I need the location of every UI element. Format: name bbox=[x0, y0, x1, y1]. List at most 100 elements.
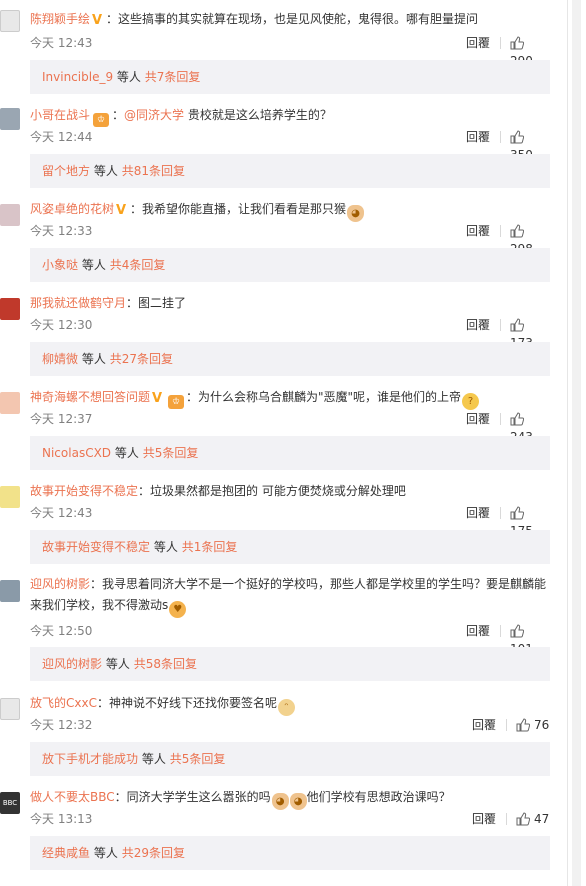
comment-text-line: 陈翔颖手绘 V ：这些搞事的其实就算在现场，也是见风使舵，鬼得很。哪有胆量提问 bbox=[30, 10, 552, 28]
excited-emoji-icon: ♥ bbox=[169, 601, 187, 618]
thumbs-up-icon bbox=[510, 36, 525, 50]
comment-text-line: 神奇海螺不想回答问题 V ♔ ：为什么会称乌合麒麟为"恶魔"呢，谁是他们的上帝? bbox=[30, 388, 552, 410]
comment-text: ：神神说不好线下还找你要签名呢 bbox=[96, 696, 277, 710]
timestamp: 今天 12:37 bbox=[30, 412, 93, 426]
sub-replies-box: 留个地方 等人 共81条回复 bbox=[30, 154, 550, 188]
comment-list: 陈翔颖手绘 V ：这些搞事的其实就算在现场，也是见风使舵，鬼得很。哪有胆量提问 今天… bbox=[0, 0, 566, 886]
divider bbox=[500, 507, 501, 519]
username-link[interactable]: 神奇海螺不想回答问题 bbox=[30, 390, 150, 404]
sub-reply-user[interactable]: 故事开始变得不稳定 bbox=[42, 540, 150, 554]
username-link[interactable]: 陈翔颖手绘 bbox=[30, 12, 90, 26]
sub-reply-label: 等人 bbox=[81, 258, 106, 272]
avatar[interactable] bbox=[0, 580, 20, 602]
sub-reply-count-link[interactable]: 共58条回复 bbox=[134, 657, 197, 671]
username-link[interactable]: 故事开始变得不稳定 bbox=[30, 484, 138, 498]
like-count: 76 bbox=[534, 718, 550, 732]
sub-replies-box: 柳婧微 等人 共27条回复 bbox=[30, 342, 550, 376]
avatar[interactable] bbox=[0, 108, 20, 130]
avatar[interactable] bbox=[0, 486, 20, 508]
sub-reply-user[interactable]: 放下手机才能成功 bbox=[42, 752, 138, 766]
mention-link[interactable]: @同济大学 bbox=[124, 108, 184, 122]
sub-reply-label: 等人 bbox=[153, 540, 178, 554]
avatar[interactable] bbox=[0, 298, 20, 320]
sub-replies-box: 经典咸鱼 等人 共29条回复 bbox=[30, 836, 550, 870]
thumbs-up-icon bbox=[510, 318, 525, 332]
sub-reply-count-link[interactable]: 共4条回复 bbox=[110, 258, 166, 272]
like-count: 47 bbox=[534, 812, 550, 826]
monkey-emoji-icon: ◕ bbox=[271, 793, 289, 810]
comment-meta: 今天 12:37 回覆 243 bbox=[30, 410, 550, 444]
username-link[interactable]: 那我就还做鹤守月 bbox=[30, 296, 126, 310]
comment-meta: 今天 12:32 回覆 76 bbox=[30, 716, 550, 734]
avatar[interactable] bbox=[0, 698, 20, 720]
comment-text: ：为什么会称乌合麒麟为"恶魔"呢，谁是他们的上帝 bbox=[186, 390, 462, 404]
timestamp: 今天 12:44 bbox=[30, 130, 93, 144]
vertical-scrollbar[interactable] bbox=[567, 0, 586, 886]
reply-button[interactable]: 回覆 bbox=[466, 222, 490, 240]
sub-reply-label: 等人 bbox=[81, 352, 106, 366]
scrollbar-thumb[interactable] bbox=[572, 0, 581, 886]
reply-button[interactable]: 回覆 bbox=[466, 128, 490, 146]
username-link[interactable]: 放飞的CxxC bbox=[30, 696, 97, 710]
reply-button[interactable]: 回覆 bbox=[472, 716, 496, 734]
sub-reply-count-link[interactable]: 共7条回复 bbox=[145, 70, 201, 84]
divider bbox=[506, 719, 507, 731]
avatar[interactable] bbox=[0, 204, 20, 226]
sub-reply-user[interactable]: 迎风的树影 bbox=[42, 657, 102, 671]
sub-reply-user[interactable]: 经典咸鱼 bbox=[42, 846, 90, 860]
username-link[interactable]: 小哥在战斗 bbox=[30, 108, 90, 122]
reply-button[interactable]: 回覆 bbox=[466, 504, 490, 522]
sub-reply-user[interactable]: 小象哒 bbox=[42, 258, 78, 272]
like-button[interactable]: 47 bbox=[516, 810, 549, 828]
comment-text-line: 故事开始变得不稳定：垃圾果然都是抱团的 可能方便焚烧或分解处理吧 bbox=[30, 482, 552, 500]
avatar-label: BBC bbox=[2, 799, 18, 807]
comment-text-line: 迎风的树影：我寻思着同济大学不是一个挺好的学校吗，那些人都是学校里的学生吗？要是… bbox=[30, 574, 550, 618]
timestamp: 今天 13:13 bbox=[30, 812, 93, 826]
thumbs-up-icon bbox=[516, 812, 531, 826]
sub-replies-box: NicolasCXD 等人 共5条回复 bbox=[30, 436, 550, 470]
divider bbox=[506, 813, 507, 825]
doge-emoji-icon: ᵔ bbox=[277, 699, 295, 716]
thumbs-up-icon bbox=[510, 130, 525, 144]
username-link[interactable]: 迎风的树影 bbox=[30, 577, 90, 591]
avatar[interactable] bbox=[0, 10, 20, 32]
sub-reply-label: 等人 bbox=[141, 752, 166, 766]
sub-reply-count-link[interactable]: 共27条回复 bbox=[110, 352, 173, 366]
timestamp: 今天 12:50 bbox=[30, 624, 93, 638]
timestamp: 今天 12:30 bbox=[30, 318, 93, 332]
monkey-emoji-icon: ◕ bbox=[289, 793, 307, 810]
avatar[interactable]: BBC bbox=[0, 792, 20, 814]
reply-button[interactable]: 回覆 bbox=[466, 316, 490, 334]
like-button[interactable]: 76 bbox=[516, 716, 549, 734]
avatar[interactable] bbox=[0, 392, 20, 414]
comment-text-line: 放飞的CxxC：神神说不好线下还找你要签名呢 ᵔ bbox=[30, 694, 552, 716]
sub-reply-user[interactable]: Invincible_9 bbox=[42, 70, 113, 84]
sub-reply-count-link[interactable]: 共29条回复 bbox=[122, 846, 185, 860]
sub-reply-label: 等人 bbox=[93, 846, 118, 860]
reply-button[interactable]: 回覆 bbox=[472, 810, 496, 828]
reply-button[interactable]: 回覆 bbox=[466, 410, 490, 428]
sub-reply-label: 等人 bbox=[105, 657, 130, 671]
sub-replies-box: 迎风的树影 等人 共58条回复 bbox=[30, 647, 550, 681]
sub-reply-count-link[interactable]: 共5条回复 bbox=[170, 752, 226, 766]
reply-button[interactable]: 回覆 bbox=[466, 622, 490, 640]
sub-reply-count-link[interactable]: 共5条回复 bbox=[143, 446, 199, 460]
reply-button[interactable]: 回覆 bbox=[466, 34, 490, 52]
sub-reply-count-link[interactable]: 共1条回复 bbox=[182, 540, 238, 554]
username-link[interactable]: 做人不要太BBC bbox=[30, 790, 115, 804]
divider bbox=[500, 131, 501, 143]
comment-text: ：图二挂了 bbox=[126, 296, 187, 310]
comment-meta: 今天 12:43 回覆 175 bbox=[30, 504, 550, 538]
verified-badge-icon: V bbox=[152, 391, 163, 406]
comment-text: ：这些搞事的其实就算在现场，也是见风使舵，鬼得很。哪有胆量提问 bbox=[106, 12, 479, 26]
sub-reply-label: 等人 bbox=[116, 70, 141, 84]
thumbs-up-icon bbox=[510, 412, 525, 426]
sub-reply-user[interactable]: NicolasCXD bbox=[42, 446, 111, 460]
comment-text-line: 那我就还做鹤守月：图二挂了 bbox=[30, 294, 552, 312]
sub-reply-user[interactable]: 柳婧微 bbox=[42, 352, 78, 366]
vip-badge-icon: ♔ bbox=[168, 395, 185, 409]
sub-reply-count-link[interactable]: 共81条回复 bbox=[122, 164, 185, 178]
username-link[interactable]: 风姿卓绝的花树 bbox=[30, 202, 114, 216]
sub-reply-user[interactable]: 留个地方 bbox=[42, 164, 90, 178]
comment-text: ：我寻思着同济大学不是一个挺好的学校吗，那些人都是学校里的学生吗？要是麒麟能来我… bbox=[30, 577, 547, 612]
